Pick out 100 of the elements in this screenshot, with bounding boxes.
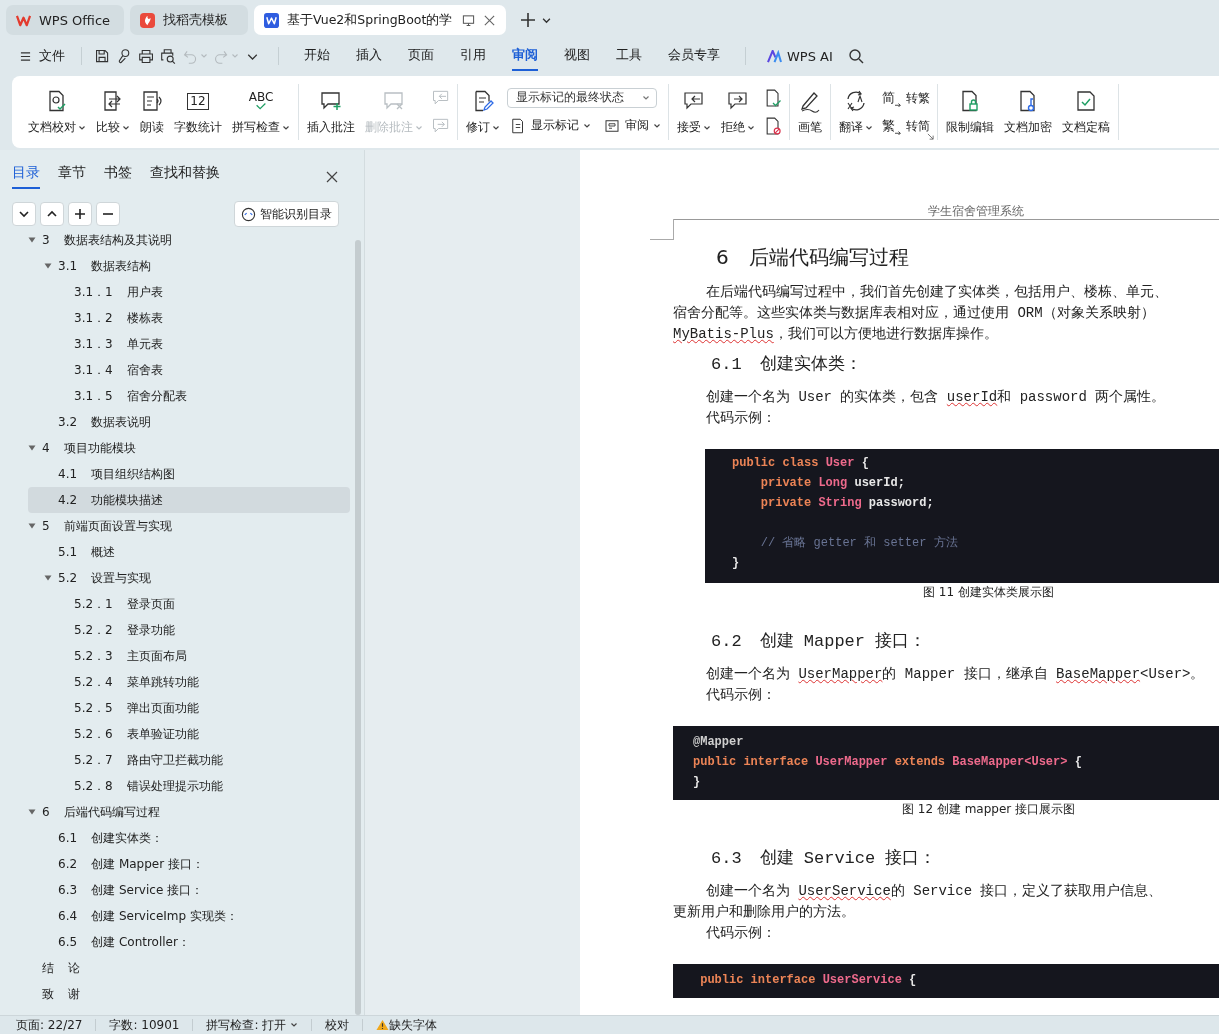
outline-item[interactable]: 致 谢 bbox=[28, 981, 350, 1007]
ribbon-tab[interactable]: 页面 bbox=[408, 41, 434, 71]
outline-item[interactable]: 3.1．1 用户表 bbox=[28, 279, 350, 305]
panel-tab[interactable]: 书签 bbox=[104, 164, 132, 189]
ribbon-button[interactable]: 12 字数统计 bbox=[171, 87, 225, 137]
outline-item[interactable]: 3.1．5 宿舍分配表 bbox=[28, 383, 350, 409]
ribbon-button[interactable]: 繁 转简 bbox=[880, 115, 932, 137]
outline-item[interactable]: 3.1．3 单元表 bbox=[28, 331, 350, 357]
outline-item[interactable]: 4.1 项目组织结构图 bbox=[28, 461, 350, 487]
ribbon-button[interactable]: 文档定稿 bbox=[1059, 87, 1113, 137]
outline-item[interactable]: 5.2．7 路由守卫拦截功能 bbox=[28, 747, 350, 773]
ribbon-tab[interactable]: 会员专享 bbox=[668, 41, 720, 71]
new-tab-icon[interactable] bbox=[520, 12, 536, 28]
expand-toggle-icon[interactable] bbox=[44, 262, 52, 270]
ribbon-button[interactable]: ABC 拼写检查 bbox=[229, 87, 293, 137]
outline-item[interactable]: 3.1．4 宿舍表 bbox=[28, 357, 350, 383]
ribbon-tab[interactable]: 视图 bbox=[564, 41, 590, 71]
outline-item[interactable]: 5.2．6 表单验证功能 bbox=[28, 721, 350, 747]
caret-icon[interactable] bbox=[542, 15, 551, 25]
ribbon-button[interactable]: 画笔 bbox=[795, 87, 825, 137]
outline-item[interactable]: 4 项目功能模块 bbox=[28, 435, 350, 461]
ribbon-button[interactable]: 比较 bbox=[93, 87, 133, 137]
code-block: @Mapper public interface UserMapper extends BaseMapper<User> { } bbox=[673, 726, 1219, 800]
remove-button[interactable] bbox=[96, 202, 120, 226]
file-menu[interactable]: 文件 bbox=[16, 45, 69, 67]
outline-item[interactable]: 6 后端代码编写过程 bbox=[28, 799, 350, 825]
panel-tab[interactable]: 章节 bbox=[58, 164, 86, 189]
outline-item[interactable]: 5.2 设置与实现 bbox=[28, 565, 350, 591]
status-item[interactable]: 校对 bbox=[325, 1016, 350, 1034]
document-logo-icon bbox=[264, 12, 279, 28]
ribbon-button[interactable]: 限制编辑 bbox=[943, 87, 997, 137]
ribbon-button[interactable]: 显示标记 bbox=[507, 114, 593, 137]
outline-item[interactable]: 6.5 创建 Controller： bbox=[28, 929, 350, 955]
print-icon[interactable] bbox=[138, 47, 155, 65]
status-item[interactable]: 页面: 22/27 bbox=[16, 1016, 83, 1034]
status-item[interactable]: 拼写检查: 打开 bbox=[206, 1016, 299, 1034]
outline-item[interactable]: 5.2．3 主页面布局 bbox=[28, 643, 350, 669]
expand-toggle-icon[interactable] bbox=[28, 444, 36, 452]
outline-item[interactable]: 结 论 bbox=[28, 955, 350, 981]
document-tab[interactable]: 基于Vue2和SpringBoot的学 bbox=[254, 5, 506, 35]
outline-item[interactable]: 5.2．2 登录功能 bbox=[28, 617, 350, 643]
code-block: public class User { private Long userId; private String password; // 省略 getter 和 setter 方法 } bbox=[705, 449, 1219, 583]
dialog-launcher-icon[interactable] bbox=[927, 133, 934, 140]
expand-toggle-icon[interactable] bbox=[28, 236, 36, 244]
ribbon-button[interactable]: 朗读 bbox=[137, 87, 167, 137]
ribbon-tab[interactable]: 开始 bbox=[304, 41, 330, 71]
save-icon[interactable] bbox=[94, 47, 111, 65]
expand-toggle-icon[interactable] bbox=[44, 574, 52, 582]
outline-item[interactable]: 5.2．1 登录页面 bbox=[28, 591, 350, 617]
caret-icon bbox=[78, 123, 86, 132]
status-item[interactable]: 字数: 10901 bbox=[109, 1016, 180, 1034]
outline-item[interactable]: 6.3 创建 Service 接口： bbox=[28, 877, 350, 903]
search-icon[interactable] bbox=[847, 48, 864, 64]
close-icon[interactable] bbox=[483, 13, 496, 27]
ribbon-button[interactable]: 审阅 bbox=[601, 114, 663, 137]
expand-toggle-icon[interactable] bbox=[28, 522, 36, 530]
collapse-up-button[interactable] bbox=[40, 202, 64, 226]
monitor-icon[interactable] bbox=[462, 13, 475, 27]
ribbon-tab[interactable]: 引用 bbox=[460, 41, 486, 71]
scrollbar-thumb[interactable] bbox=[355, 240, 361, 1015]
expand-down-button[interactable] bbox=[12, 202, 36, 226]
ribbon-button[interactable]: 文档校对 bbox=[25, 87, 89, 137]
print-preview-icon[interactable] bbox=[160, 47, 177, 65]
ribbon-button[interactable]: 简 转繁 bbox=[880, 87, 932, 109]
close-icon[interactable] bbox=[326, 170, 338, 183]
outline-item[interactable]: 3.2 数据表说明 bbox=[28, 409, 350, 435]
document-tab[interactable]: 找稻壳模板 bbox=[130, 5, 248, 35]
ribbon-button[interactable]: 插入批注 bbox=[304, 87, 358, 137]
ribbon-button[interactable]: 拒绝 bbox=[718, 87, 758, 137]
outline-item[interactable]: 3 数据表结构及其说明 bbox=[28, 227, 350, 253]
ribbon-button[interactable]: 翻译 bbox=[836, 87, 876, 137]
ribbon-tab[interactable]: 审阅 bbox=[512, 41, 538, 71]
paragraph-line: 代码示例： bbox=[705, 686, 777, 705]
ribbon-tab[interactable]: 插入 bbox=[356, 41, 382, 71]
add-button[interactable] bbox=[68, 202, 92, 226]
panel-tab[interactable]: 查找和替换 bbox=[150, 164, 220, 189]
outline-item[interactable]: 5.2．4 菜单跳转功能 bbox=[28, 669, 350, 695]
crop-mark bbox=[650, 219, 674, 240]
markup-dropdown[interactable]: 显示标记的最终状态 bbox=[507, 87, 657, 108]
outline-item[interactable]: 6.4 创建 ServiceImp 实现类： bbox=[28, 903, 350, 929]
outline-item[interactable]: 6.2 创建 Mapper 接口： bbox=[28, 851, 350, 877]
document-tab[interactable]: WPS Office bbox=[6, 5, 124, 35]
ai-button[interactable]: WPS AI bbox=[764, 45, 836, 67]
ribbon-button[interactable]: 修订 bbox=[463, 87, 503, 137]
expand-toggle-icon[interactable] bbox=[28, 808, 36, 816]
outline-item[interactable]: 4.2 功能模块描述 bbox=[28, 487, 350, 513]
outline-item[interactable]: 3.1．2 楼栋表 bbox=[28, 305, 350, 331]
ribbon-button[interactable]: 文档加密 bbox=[1001, 87, 1055, 137]
paragraph-line: 创建一个名为 User 的实体类，包含 userId和 password 两个属性。 bbox=[705, 388, 1167, 407]
outline-item[interactable]: 6.1 创建实体类： bbox=[28, 825, 350, 851]
ribbon-button[interactable]: 接受 bbox=[674, 87, 714, 137]
ribbon-tab[interactable]: 工具 bbox=[616, 41, 642, 71]
outline-item[interactable]: 5.2．8 错误处理提示功能 bbox=[28, 773, 350, 799]
status-item[interactable]: 缺失字体 bbox=[389, 1016, 438, 1034]
outline-item[interactable]: 5 前端页面设置与实现 bbox=[28, 513, 350, 539]
outline-item[interactable]: 5.2．5 弹出页面功能 bbox=[28, 695, 350, 721]
outline-item[interactable]: 5.1 概述 bbox=[28, 539, 350, 565]
panel-tab[interactable]: 目录 bbox=[12, 164, 40, 189]
smart-toc-button[interactable]: 智能识别目录 bbox=[234, 201, 339, 227]
outline-item[interactable]: 3.1 数据表结构 bbox=[28, 253, 350, 279]
